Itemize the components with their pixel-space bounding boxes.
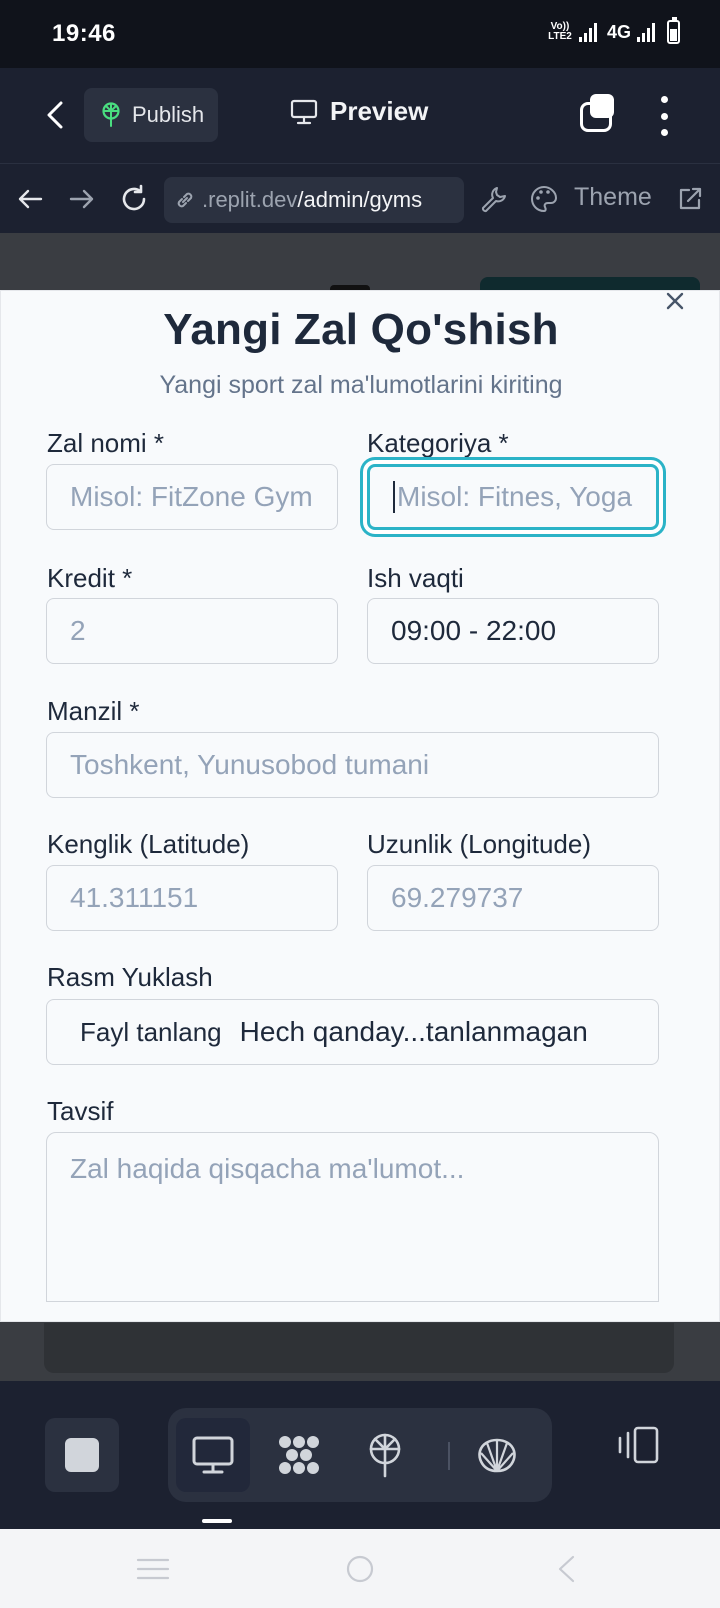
app-header: Publish Preview [0,68,720,164]
choose-file-button[interactable]: Fayl tanlang [80,1017,222,1048]
link-icon [177,192,193,208]
address-label: Manzil * [47,696,140,726]
home-button[interactable] [340,1549,380,1589]
theme-button[interactable] [526,181,562,217]
credit-input[interactable]: 2 [46,598,338,664]
longitude-label: Uzunlik (Longitude) [367,829,592,859]
gym-name-placeholder: Misol: FitZone Gym [70,481,313,512]
system-back-button[interactable] [546,1549,586,1589]
shell-tool-button[interactable] [460,1418,534,1492]
credit-label: Kredit * [47,563,133,593]
file-status: Hech qanday...tanlanmagan [239,1016,588,1047]
theme-label[interactable]: Theme [574,183,652,212]
volte-indicator: Vo)) LTE2 [548,21,572,42]
gym-name-label: Zal nomi * [47,428,165,458]
back-button[interactable] [34,94,76,136]
back-triangle-icon [558,1555,575,1583]
address-input[interactable]: Toshkent, Yunusobod tumani [46,732,659,798]
deploy-icon [369,1433,401,1478]
image-upload-input[interactable]: Fayl tanlang Hech qanday...tanlanmagan [46,999,659,1065]
status-time: 19:46 [52,20,116,47]
stop-icon [65,1438,99,1472]
bottom-toolbar [0,1381,720,1529]
signal-icon [578,22,597,42]
home-icon [346,1555,374,1583]
tool-group [168,1408,552,1502]
system-nav-bar [0,1529,720,1608]
hours-label: Ish vaqti [367,563,464,593]
preview-title: Preview [290,96,428,127]
arrow-left-icon [18,189,43,209]
description-textarea[interactable]: Zal haqida qisqacha ma'lumot... [46,1132,659,1302]
shell-icon [478,1438,516,1473]
status-icons: Vo)) LTE2 4G [547,17,680,44]
image-upload-label: Rasm Yuklash [47,962,213,992]
arrow-right-icon [69,189,94,209]
tabs-button[interactable] [578,94,618,134]
panel-icon [618,1426,659,1464]
description-label: Tavsif [47,1096,114,1126]
publish-button[interactable]: Publish [84,88,218,142]
devtools-button[interactable] [476,181,512,217]
open-external-button[interactable] [672,181,708,217]
text-caret [393,481,395,513]
publish-icon [102,102,120,127]
browser-bar: .replit.dev/admin/gyms Theme [0,165,720,233]
monitor-icon [192,1436,234,1474]
nav-forward-button[interactable] [64,181,100,217]
hours-input[interactable]: 09:00 - 22:00 [367,598,659,664]
nav-back-button[interactable] [12,181,48,217]
address-placeholder: Toshkent, Yunusobod tumani [70,749,430,780]
category-input[interactable]: Misol: Fitnes, Yoga [367,464,659,530]
wrench-icon [481,187,506,213]
gym-name-input[interactable]: Misol: FitZone Gym [46,464,338,530]
preview-tool-button[interactable] [176,1418,250,1492]
active-tab-indicator [202,1519,232,1523]
agent-icon [279,1436,319,1474]
recent-apps-button[interactable] [133,1549,173,1589]
reload-icon [122,184,146,211]
panel-toggle-button[interactable] [612,1419,664,1471]
preview-label: Preview [330,96,429,126]
agent-tool-button[interactable] [262,1418,336,1492]
palette-icon [531,185,558,213]
description-placeholder: Zal haqida qisqacha ma'lumot... [70,1153,465,1184]
chevron-left-icon [47,101,63,129]
reload-button[interactable] [116,181,152,217]
status-bar: 19:46 Vo)) LTE2 4G [0,0,720,68]
hours-value: 09:00 - 22:00 [391,615,557,646]
monitor-icon [290,99,318,124]
latitude-placeholder: 41.311151 [70,882,199,913]
more-button[interactable] [650,96,678,136]
longitude-input[interactable]: 69.279737 [367,865,659,931]
recent-apps-icon [136,1558,170,1580]
stop-button[interactable] [45,1418,119,1492]
latitude-input[interactable]: 41.311151 [46,865,338,931]
modal-title: Yangi Zal Qo'shish [163,305,559,354]
external-link-icon [679,187,702,210]
modal-subtitle: Yangi sport zal ma'lumotlarini kiriting [159,371,563,399]
url-path: /admin/gyms [297,187,423,212]
url-bar[interactable]: .replit.dev/admin/gyms [164,177,464,223]
network-type: 4G [606,21,631,42]
publish-label: Publish [132,102,205,127]
battery-icon [667,17,680,44]
credit-placeholder: 2 [70,615,86,646]
deploy-tool-button[interactable] [348,1418,422,1492]
category-placeholder: Misol: Fitnes, Yoga [397,481,633,512]
latitude-label: Kenglik (Latitude) [47,829,250,859]
longitude-placeholder: 69.279737 [391,882,524,913]
category-label: Kategoriya * [367,428,509,458]
add-gym-modal: Yangi Zal Qo'shish Yangi sport zal ma'lu… [0,290,720,1322]
url-host: .replit.dev [202,187,298,212]
signal-icon-2 [637,22,655,42]
